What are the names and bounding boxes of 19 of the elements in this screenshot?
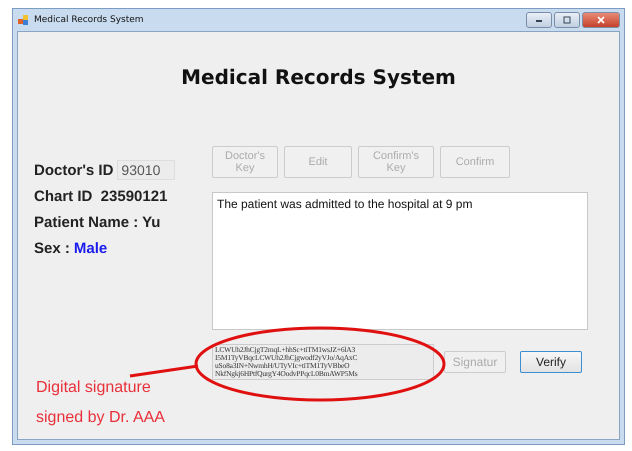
chart-id-text: Chart ID 23590121 — [34, 188, 168, 204]
window-title: Medical Records System — [34, 15, 144, 25]
app-icon — [17, 14, 29, 26]
patient-name-text: Patient Name : Yu — [34, 214, 160, 230]
verify-button[interactable]: Verify — [520, 351, 582, 373]
doctor-id-field[interactable]: 93010 — [117, 160, 176, 180]
minimize-icon — [534, 17, 544, 23]
maximize-button[interactable] — [554, 12, 580, 28]
maximize-icon — [562, 16, 572, 24]
close-button[interactable] — [582, 12, 620, 28]
sex-value: Male — [74, 240, 108, 256]
close-icon — [596, 16, 606, 24]
sex-label: Sex : — [34, 240, 70, 256]
annotation-text: signed by Dr. AAA — [36, 409, 166, 427]
app-heading: Medical Records System — [180, 65, 457, 89]
annotation-text: Digital signature — [36, 379, 152, 397]
doctor-id-label: Doctor's ID — [34, 162, 114, 178]
record-text-area[interactable]: The patient was admitted to the hospital at 9 pm — [212, 192, 588, 330]
minimize-button[interactable] — [526, 12, 552, 28]
